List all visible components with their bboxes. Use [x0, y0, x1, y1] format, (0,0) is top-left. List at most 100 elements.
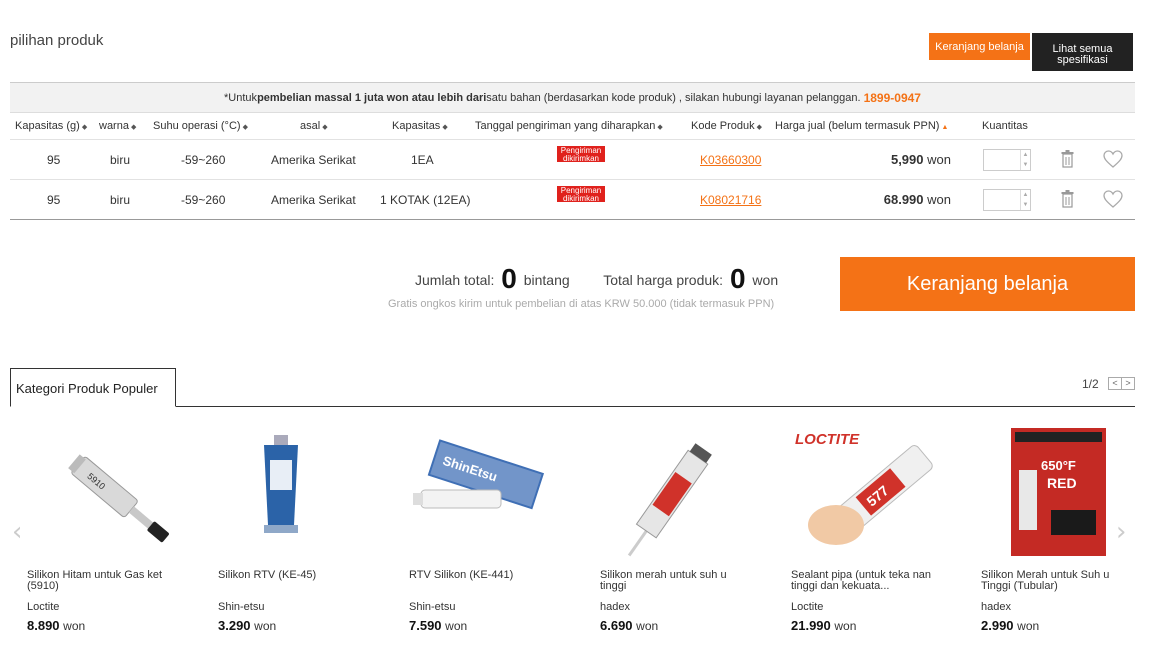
- pager-prev-icon[interactable]: <: [1109, 378, 1121, 389]
- view-all-specs-button[interactable]: Lihat semua spesifikasi: [1032, 33, 1133, 71]
- add-to-cart-top-button[interactable]: Keranjang belanja: [929, 33, 1030, 60]
- column-header-delivery-date[interactable]: Tanggal pengiriman yang diharapkan ◆: [475, 120, 663, 132]
- order-summary: Jumlah total: 0 bintang Total harga prod…: [415, 263, 778, 295]
- carousel-prev-arrow-icon[interactable]: ‹: [12, 517, 22, 547]
- total-quantity-label: Jumlah total:: [415, 272, 495, 288]
- blue-tube-icon: [264, 435, 298, 533]
- product-price: 2.990 won: [981, 618, 1040, 633]
- product-code-link[interactable]: K03660300: [700, 153, 761, 167]
- column-header-capacity-g[interactable]: Kapasitas (g) ◆: [15, 120, 87, 132]
- product-brand: Loctite: [791, 601, 824, 613]
- trash-icon[interactable]: [1061, 150, 1074, 168]
- quantity-stepper[interactable]: ▲ ▼: [983, 189, 1031, 211]
- price-value: 5,990: [890, 152, 924, 167]
- cell-capacity: 1 KOTAK (12EA): [380, 193, 471, 207]
- cell-origin: Amerika Serikat: [271, 193, 356, 207]
- bulk-purchase-notice: *Untuk pembelian massal 1 juta won atau …: [10, 82, 1135, 113]
- column-header-capacity[interactable]: Kapasitas ◆: [392, 120, 448, 132]
- column-header-price[interactable]: Harga jual (belum termasuk PPN) ▲: [775, 120, 948, 132]
- notice-bold: pembelian massal 1 juta won atau lebih d…: [257, 91, 487, 104]
- tab-divider: [10, 406, 1135, 407]
- product-name[interactable]: RTV Silikon (KE-441): [409, 570, 559, 581]
- add-to-cart-button[interactable]: Keranjang belanja: [840, 257, 1135, 311]
- cell-color: biru: [110, 153, 131, 167]
- product-price: 8.890 won: [27, 618, 86, 633]
- sort-icon[interactable]: ◆: [243, 124, 248, 131]
- view-all-specs-label-2: spesifikasi: [1057, 54, 1108, 66]
- notice-suffix: satu bahan (berdasarkan kode produk) , s…: [486, 91, 861, 104]
- cell-origin: Amerika Serikat: [271, 153, 356, 167]
- cell-color: biru: [110, 193, 131, 207]
- product-price: 21.990 won: [791, 618, 857, 633]
- cell-capacity-g: 95: [47, 193, 61, 207]
- cell-capacity-g: 95: [47, 153, 61, 167]
- sort-icon[interactable]: ◆: [657, 124, 662, 131]
- column-header-product-code[interactable]: Kode Produk ◆: [691, 120, 762, 132]
- product-name[interactable]: Silikon merah untuk suh u tinggi: [600, 570, 750, 592]
- product-brand: hadex: [600, 601, 630, 613]
- table-row: 95 biru -59~260 Amerika Serikat 1EA Peng…: [10, 140, 1135, 180]
- trash-icon[interactable]: [1061, 190, 1074, 208]
- carousel-pager: < >: [1108, 377, 1135, 390]
- sort-icon[interactable]: ◆: [757, 124, 762, 131]
- product-price: 7.590 won: [409, 618, 468, 633]
- column-header-origin[interactable]: asal ◆: [300, 120, 328, 132]
- product-code-link[interactable]: K08021716: [700, 193, 761, 207]
- red-package-icon: 650°F RED: [1011, 428, 1106, 556]
- shipping-badge: Pengiriman dikirimkan: [557, 146, 605, 162]
- total-price-value: 0: [729, 263, 746, 294]
- sort-ascending-icon[interactable]: ▲: [941, 124, 948, 131]
- price-unit: won: [927, 192, 951, 207]
- box-tube-icon: ShinEtsu: [413, 439, 545, 510]
- sort-icon[interactable]: ◆: [82, 124, 87, 131]
- product-name[interactable]: Silikon RTV (KE-45): [218, 570, 368, 581]
- cell-capacity: 1EA: [411, 153, 434, 167]
- heart-icon[interactable]: [1103, 190, 1123, 208]
- sort-icon[interactable]: ◆: [322, 124, 327, 131]
- product-brand: Loctite: [27, 601, 60, 613]
- product-brand: Shin-etsu: [409, 601, 456, 613]
- price-value: 68.990: [883, 192, 924, 207]
- total-price-label: Total harga produk:: [603, 272, 724, 288]
- product-price: 6.690 won: [600, 618, 659, 633]
- pager-next-icon[interactable]: >: [1121, 378, 1134, 389]
- product-brand: Shin-etsu: [218, 601, 265, 613]
- gray-tube-icon: 5910: [68, 454, 169, 543]
- table-row: 95 biru -59~260 Amerika Serikat 1 KOTAK …: [10, 180, 1135, 220]
- heart-icon[interactable]: [1103, 150, 1123, 168]
- carousel-page-indicator: 1/2: [1082, 377, 1099, 391]
- svg-text:LOCTITE: LOCTITE: [795, 431, 860, 448]
- total-quantity-unit: bintang: [523, 272, 570, 288]
- svg-text:RED: RED: [1047, 475, 1077, 491]
- price-unit: won: [927, 152, 951, 167]
- hand-tube-icon: LOCTITE 577: [795, 431, 933, 545]
- notice-prefix: *Untuk: [224, 91, 258, 104]
- spinner-arrows-icon[interactable]: ▲ ▼: [1020, 150, 1030, 170]
- product-table-header: Kapasitas (g) ◆ warna ◆ Suhu operasi (°C) ◆…: [10, 113, 1135, 140]
- cell-temperature: -59~260: [181, 193, 226, 207]
- customer-service-phone: 1899-0947: [863, 90, 921, 105]
- product-price: 3.290 won: [218, 618, 277, 633]
- quantity-stepper[interactable]: ▲ ▼: [983, 149, 1031, 171]
- cell-price: 5,990 won: [891, 152, 951, 167]
- svg-text:650°F: 650°F: [1041, 458, 1076, 473]
- column-header-quantity: Kuantitas: [982, 120, 1028, 132]
- column-header-color[interactable]: warna ◆: [99, 120, 136, 132]
- product-brand: hadex: [981, 601, 1011, 613]
- shipping-badge: Pengiriman dikirimkan: [557, 186, 605, 202]
- product-name[interactable]: Silikon Hitam untuk Gas ket (5910): [27, 570, 177, 592]
- spinner-arrows-icon[interactable]: ▲ ▼: [1020, 190, 1030, 210]
- cell-temperature: -59~260: [181, 153, 226, 167]
- column-header-temperature[interactable]: Suhu operasi (°C) ◆: [153, 120, 248, 132]
- product-name[interactable]: Sealant pipa (untuk teka nan tinggi dan …: [791, 570, 941, 592]
- total-quantity-value: 0: [501, 263, 517, 294]
- section-title: pilihan produk: [10, 32, 104, 49]
- sort-icon[interactable]: ◆: [131, 124, 136, 131]
- cartridge-icon: [627, 443, 712, 557]
- cell-price: 68.990 won: [884, 192, 951, 207]
- product-name[interactable]: Silikon Merah untuk Suh u Tinggi (Tubula…: [981, 570, 1131, 592]
- tab-popular-categories[interactable]: Kategori Produk Populer: [10, 368, 176, 407]
- total-price-unit: won: [752, 272, 779, 288]
- sort-icon[interactable]: ◆: [442, 124, 447, 131]
- free-shipping-note: Gratis ongkos kirim untuk pembelian di a…: [388, 298, 775, 310]
